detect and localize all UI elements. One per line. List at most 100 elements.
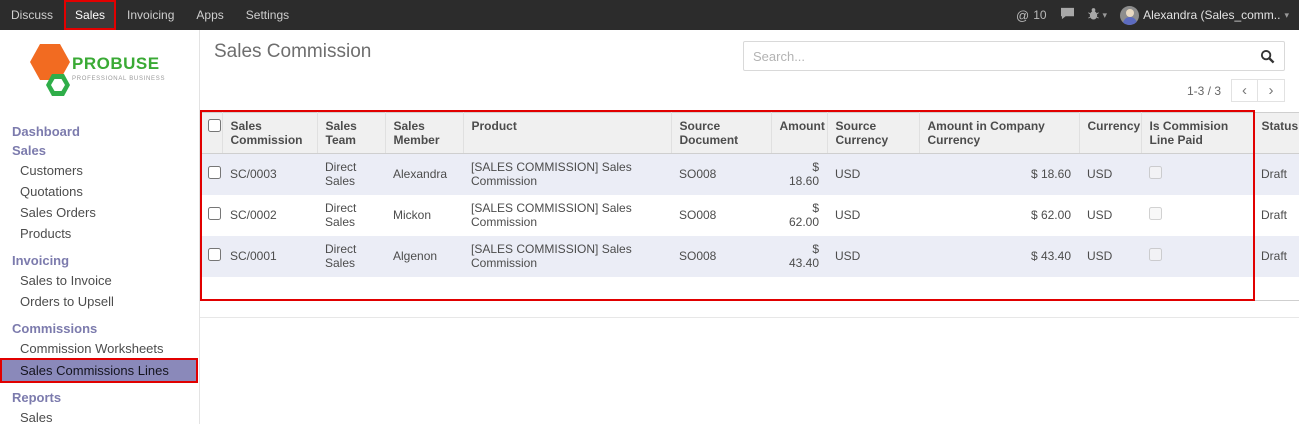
cell-is-paid: [1141, 236, 1253, 277]
cell-product[interactable]: [SALES COMMISSION] Sales Commission: [463, 154, 671, 195]
nav-group-reports: Reports Sales: [0, 388, 199, 428]
debug-menu-button[interactable]: ▾: [1088, 7, 1108, 23]
cell-product[interactable]: [SALES COMMISSION] Sales Commission: [463, 195, 671, 236]
top-menu-settings-label: Settings: [246, 8, 289, 22]
sidebar: PROBUSE PROFESSIONAL BUSINESS Dashboard …: [0, 30, 200, 424]
commission-lines-table: Sales Commission Sales Team Sales Member…: [200, 112, 1299, 301]
pager-next-button[interactable]: ›: [1258, 79, 1285, 102]
cell-currency[interactable]: USD: [1079, 195, 1141, 236]
nav-group-commissions: Commissions Commission Worksheets Sales …: [0, 319, 199, 381]
cell-source-document[interactable]: SO008: [671, 154, 771, 195]
cell-status[interactable]: Draft: [1253, 154, 1299, 195]
sidebar-item-sales-to-invoice[interactable]: Sales to Invoice: [0, 270, 199, 291]
sidebar-item-customers[interactable]: Customers: [0, 160, 199, 181]
messages-button[interactable]: [1060, 7, 1075, 23]
col-sales-commission[interactable]: Sales Commission: [222, 113, 317, 154]
user-menu-label: Alexandra (Sales_comm..: [1143, 8, 1280, 22]
cell-currency[interactable]: USD: [1079, 154, 1141, 195]
table-row[interactable]: SC/0002 Direct Sales Mickon [SALES COMMI…: [200, 195, 1299, 236]
cell-amount[interactable]: $ 62.00: [771, 195, 827, 236]
cell-amount[interactable]: $ 43.40: [771, 236, 827, 277]
top-menu-discuss-label: Discuss: [11, 8, 53, 22]
cell-sales-member[interactable]: Mickon: [385, 195, 463, 236]
cell-source-currency[interactable]: USD: [827, 195, 919, 236]
pager-prev-button[interactable]: ‹: [1231, 79, 1258, 102]
is-paid-checkbox: [1149, 207, 1162, 220]
col-sales-team[interactable]: Sales Team: [317, 113, 385, 154]
page-title: Sales Commission: [214, 41, 371, 63]
col-amount-company-currency[interactable]: Amount in Company Currency: [919, 113, 1079, 154]
search-icon[interactable]: [1260, 49, 1275, 64]
user-menu[interactable]: Alexandra (Sales_comm.. ▾: [1120, 6, 1289, 25]
logo-words: PROBUSE PROFESSIONAL BUSINESS: [72, 54, 165, 82]
top-menu-settings[interactable]: Settings: [235, 0, 300, 30]
col-product[interactable]: Product: [463, 113, 671, 154]
cell-sales-member[interactable]: Algenon: [385, 236, 463, 277]
cell-status[interactable]: Draft: [1253, 195, 1299, 236]
sidebar-item-commission-worksheets[interactable]: Commission Worksheets: [0, 338, 199, 359]
cell-source-currency[interactable]: USD: [827, 236, 919, 277]
cell-source-document[interactable]: SO008: [671, 195, 771, 236]
topbar-right: @ 10 ▾ Alexandra (Sales_comm.. ▾: [1016, 0, 1299, 30]
search-box: [743, 41, 1285, 71]
sidebar-item-reports-sales[interactable]: Sales: [0, 407, 199, 428]
sidebar-item-dashboard[interactable]: Dashboard: [0, 122, 199, 141]
content-divider: [200, 317, 1299, 318]
cell-product[interactable]: [SALES COMMISSION] Sales Commission: [463, 236, 671, 277]
probuse-logo: PROBUSE PROFESSIONAL BUSINESS: [0, 30, 199, 122]
pager-range: 1-3 / 3: [1187, 84, 1221, 98]
bug-icon: [1088, 7, 1099, 23]
col-source-document[interactable]: Source Document: [671, 113, 771, 154]
row-select-checkbox[interactable]: [208, 207, 221, 220]
sidebar-heading-commissions[interactable]: Commissions: [0, 319, 199, 338]
col-source-currency[interactable]: Source Currency: [827, 113, 919, 154]
col-is-commission-line-paid[interactable]: Is Commision Line Paid: [1141, 113, 1253, 154]
select-all-checkbox[interactable]: [208, 119, 221, 132]
table-row[interactable]: SC/0001 Direct Sales Algenon [SALES COMM…: [200, 236, 1299, 277]
is-paid-checkbox: [1149, 248, 1162, 261]
col-amount[interactable]: Amount: [771, 113, 827, 154]
cell-source-currency[interactable]: USD: [827, 154, 919, 195]
row-select-checkbox[interactable]: [208, 248, 221, 261]
col-sales-member[interactable]: Sales Member: [385, 113, 463, 154]
sidebar-heading-invoicing[interactable]: Invoicing: [0, 251, 199, 270]
sidebar-heading-sales[interactable]: Sales: [0, 141, 199, 160]
chat-icon: [1060, 7, 1075, 23]
sidebar-item-sales-orders[interactable]: Sales Orders: [0, 202, 199, 223]
cell-sales-commission[interactable]: SC/0001: [222, 236, 317, 277]
sidebar-item-products[interactable]: Products: [0, 223, 199, 244]
cell-source-document[interactable]: SO008: [671, 236, 771, 277]
top-menu-discuss[interactable]: Discuss: [0, 0, 64, 30]
top-menu-sales[interactable]: Sales: [64, 0, 116, 30]
cell-amount-company-currency[interactable]: $ 43.40: [919, 236, 1079, 277]
sidebar-heading-reports[interactable]: Reports: [0, 388, 199, 407]
col-currency[interactable]: Currency: [1079, 113, 1141, 154]
cell-sales-member[interactable]: Alexandra: [385, 154, 463, 195]
row-select-checkbox[interactable]: [208, 166, 221, 179]
sidebar-item-quotations[interactable]: Quotations: [0, 181, 199, 202]
top-menu-apps[interactable]: Apps: [185, 0, 234, 30]
cell-currency[interactable]: USD: [1079, 236, 1141, 277]
table-row[interactable]: SC/0003 Direct Sales Alexandra [SALES CO…: [200, 154, 1299, 195]
cell-sales-commission[interactable]: SC/0003: [222, 154, 317, 195]
mention-icon: @: [1016, 8, 1029, 23]
sidebar-item-orders-to-upsell[interactable]: Orders to Upsell: [0, 291, 199, 312]
select-all-cell: [200, 113, 222, 154]
chevron-down-icon: ▾: [1103, 10, 1108, 21]
top-menu-sales-label: Sales: [75, 8, 105, 22]
sidebar-item-sales-commissions-lines[interactable]: Sales Commissions Lines: [2, 360, 196, 381]
cell-sales-commission[interactable]: SC/0002: [222, 195, 317, 236]
table-filler-cell: [200, 277, 1299, 301]
col-status[interactable]: Status: [1253, 113, 1299, 154]
cell-amount-company-currency[interactable]: $ 62.00: [919, 195, 1079, 236]
cell-sales-team[interactable]: Direct Sales: [317, 195, 385, 236]
top-menu-invoicing[interactable]: Invoicing: [116, 0, 185, 30]
cell-amount[interactable]: $ 18.60: [771, 154, 827, 195]
cell-sales-team[interactable]: Direct Sales: [317, 236, 385, 277]
mentions-button[interactable]: @ 10: [1016, 8, 1047, 23]
search-input[interactable]: [753, 49, 1260, 64]
cell-sales-team[interactable]: Direct Sales: [317, 154, 385, 195]
main-content: Sales Commission 1-3 / 3 ‹ › Sales Co: [200, 30, 1299, 424]
cell-amount-company-currency[interactable]: $ 18.60: [919, 154, 1079, 195]
cell-status[interactable]: Draft: [1253, 236, 1299, 277]
